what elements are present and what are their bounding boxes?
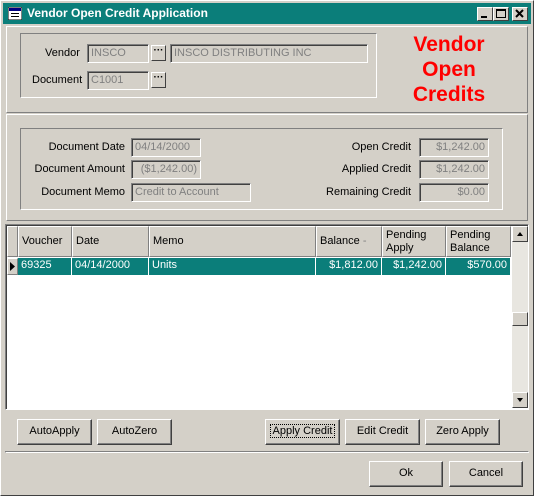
column-header-memo-label: Memo xyxy=(153,235,184,247)
scroll-down-icon xyxy=(517,398,523,402)
maximize-button[interactable] xyxy=(493,7,509,21)
vendor-group: Vendor INSCO ··· INSCO DISTRIBUTING INC … xyxy=(20,33,377,98)
pending-apply-line-1: Pending xyxy=(386,229,427,241)
headline-line-2: Open xyxy=(422,58,476,81)
scroll-thumb[interactable] xyxy=(512,312,528,326)
column-header-pending-apply[interactable]: Pending Apply xyxy=(382,226,446,257)
zero-apply-button[interactable]: Zero Apply xyxy=(425,419,500,445)
table-row-date[interactable]: 04/14/2000 xyxy=(72,258,149,275)
apply-credit-button[interactable]: Apply Credit xyxy=(265,419,340,445)
table-row-pending-apply[interactable]: $1,242.00 xyxy=(382,258,446,275)
divider xyxy=(5,451,529,453)
column-header-date[interactable]: Date xyxy=(72,226,149,257)
vendor-code-field[interactable]: INSCO xyxy=(87,44,149,63)
edit-credit-button[interactable]: Edit Credit xyxy=(345,419,420,445)
vendor-lookup-button[interactable]: ··· xyxy=(151,45,166,61)
document-date-label: Document Date xyxy=(48,141,125,153)
grid-vertical-scrollbar[interactable] xyxy=(512,226,528,408)
minimize-icon xyxy=(481,16,487,18)
column-header-voucher-label: Voucher xyxy=(22,235,63,247)
ok-button[interactable]: Ok xyxy=(369,461,443,487)
auto-zero-button[interactable]: AutoZero xyxy=(97,419,172,445)
apply-credit-label: Apply Credit xyxy=(269,424,336,438)
open-credit-label: Open Credit xyxy=(351,141,411,153)
table-row-balance[interactable]: $1,812.00 xyxy=(316,258,382,275)
ellipsis-icon: ··· xyxy=(153,72,164,83)
voucher-grid[interactable]: Voucher Date Memo Balance - Pending Appl… xyxy=(5,224,529,410)
headline-line-3: Credits xyxy=(412,83,486,106)
vendor-name-field[interactable]: INSCO DISTRIBUTING INC xyxy=(170,44,368,63)
row-header-corner xyxy=(7,226,18,257)
details-panel: Document Date 04/14/2000 Document Amount… xyxy=(6,114,528,221)
remaining-credit-label: Remaining Credit xyxy=(326,186,411,198)
window-title: Vendor Open Credit Application xyxy=(27,6,208,20)
scroll-up-icon xyxy=(517,232,523,236)
document-memo-label: Document Memo xyxy=(41,186,125,198)
document-field[interactable]: C1001 xyxy=(87,71,149,90)
scroll-up-button[interactable] xyxy=(512,226,528,242)
row-indicator[interactable] xyxy=(7,258,18,275)
pending-balance-line-1: Pending xyxy=(450,229,491,241)
pending-balance-line-2: Balance xyxy=(450,242,490,254)
document-label: Document xyxy=(32,74,83,86)
ellipsis-icon: ··· xyxy=(153,45,164,56)
document-memo-field[interactable]: Credit to Account xyxy=(131,183,251,202)
table-row-pending-balance[interactable]: $570.00 xyxy=(446,258,511,275)
vendor-open-credit-window: Vendor Open Credit Application Vendor IN… xyxy=(0,0,534,496)
open-credit-field[interactable]: $1,242.00 xyxy=(419,138,489,157)
document-date-field[interactable]: 04/14/2000 xyxy=(131,138,201,157)
document-lookup-button[interactable]: ··· xyxy=(151,72,166,88)
cancel-button[interactable]: Cancel xyxy=(449,461,523,487)
headline-line-1: Vendor xyxy=(413,33,485,56)
header-panel: Vendor INSCO ··· INSCO DISTRIBUTING INC … xyxy=(6,26,528,113)
maximize-icon xyxy=(496,9,506,18)
column-header-balance-label: Balance xyxy=(320,235,360,247)
column-header-pending-balance[interactable]: Pending Balance xyxy=(446,226,511,257)
column-header-date-label: Date xyxy=(76,235,100,247)
details-group: Document Date 04/14/2000 Document Amount… xyxy=(20,128,503,210)
vendor-label: Vendor xyxy=(45,47,80,59)
remaining-credit-field[interactable]: $0.00 xyxy=(419,183,489,202)
document-amount-field[interactable]: ($1,242.00) xyxy=(131,160,201,179)
applied-credit-field[interactable]: $1,242.00 xyxy=(419,160,489,179)
table-row-voucher[interactable]: 69325 xyxy=(18,258,72,275)
minimize-button[interactable] xyxy=(477,7,493,21)
column-header-memo[interactable]: Memo xyxy=(149,226,316,257)
close-button[interactable] xyxy=(512,7,528,21)
scroll-down-button[interactable] xyxy=(512,392,528,408)
app-icon xyxy=(8,7,22,20)
applied-credit-label: Applied Credit xyxy=(341,163,411,175)
column-header-balance[interactable]: Balance - xyxy=(316,226,382,257)
table-row-memo[interactable]: Units xyxy=(149,258,316,275)
document-amount-label: Document Amount xyxy=(34,163,126,175)
page-headline: Vendor Open Credits xyxy=(387,32,511,107)
title-bar[interactable]: Vendor Open Credit Application xyxy=(3,3,531,24)
pending-apply-line-2: Apply xyxy=(386,242,414,254)
row-pointer-icon xyxy=(10,262,15,271)
close-icon xyxy=(515,9,524,18)
column-header-voucher[interactable]: Voucher xyxy=(18,226,72,257)
auto-apply-button[interactable]: AutoApply xyxy=(17,419,92,445)
sort-indicator: - xyxy=(362,235,367,247)
